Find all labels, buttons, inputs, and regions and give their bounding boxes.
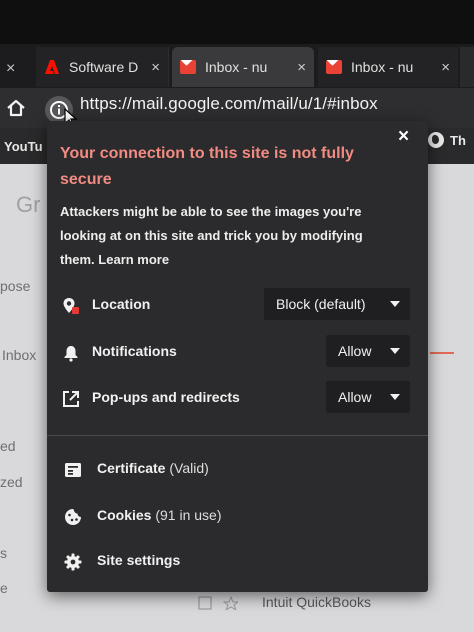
tab-close-button[interactable]: ×	[441, 59, 450, 76]
cookies-link[interactable]: Cookies (91 in use)	[64, 505, 394, 529]
tab-inbox[interactable]: Inbox - nu ×	[318, 47, 458, 87]
tab-partial[interactable]	[460, 47, 474, 87]
chevron-down-icon	[390, 394, 400, 400]
learn-more-link[interactable]: Learn more	[98, 252, 169, 267]
bookmark-item[interactable]: Th	[428, 131, 466, 149]
sidebar-item[interactable]: s	[0, 545, 7, 561]
tab-title: Inbox - nu	[351, 59, 414, 75]
sidebar-item[interactable]: ed	[0, 438, 16, 454]
security-description: Attackers might be able to see the image…	[60, 200, 390, 272]
location-icon	[63, 298, 79, 314]
bookmark-label: Th	[450, 132, 466, 148]
bell-icon	[64, 346, 78, 362]
tab-close-button[interactable]: ×	[297, 59, 306, 76]
cookies-label: Cookies	[97, 507, 152, 523]
chevron-down-icon	[390, 348, 400, 354]
sidebar-item[interactable]: zed	[0, 474, 23, 490]
sidebar-item-inbox[interactable]: Inbox	[2, 347, 36, 363]
certificate-label: Certificate	[97, 460, 166, 476]
popup-icon	[63, 391, 79, 407]
certificate-link[interactable]: Certificate (Valid)	[64, 458, 394, 482]
inbox-indicator	[430, 352, 454, 354]
tab-title: Software D	[69, 59, 139, 75]
chevron-down-icon	[390, 301, 400, 307]
address-bar[interactable]: https://mail.google.com/mail/u/1/#inbox	[80, 94, 378, 114]
gear-icon	[64, 553, 82, 571]
tab-inbox-active[interactable]: Inbox - nu ×	[172, 47, 314, 87]
row-icons[interactable]	[198, 596, 238, 610]
select-value: Allow	[338, 389, 372, 405]
popups-permission-select[interactable]: Allow	[326, 381, 410, 413]
tab-title: Inbox - nu	[205, 59, 268, 75]
select-value: Block (default)	[276, 296, 366, 312]
bookmark-youtube[interactable]: YouTu	[4, 139, 43, 154]
permission-row-notifications: Notifications Allow	[60, 335, 412, 369]
sidebar-compose[interactable]: pose	[0, 278, 30, 294]
home-button[interactable]	[6, 98, 26, 118]
notifications-permission-select[interactable]: Allow	[326, 335, 410, 367]
link-label: Cookies (91 in use)	[97, 507, 222, 523]
gmail-icon	[326, 60, 342, 74]
sidebar-item[interactable]: e	[0, 580, 8, 596]
location-permission-select[interactable]: Block (default)	[264, 288, 410, 320]
link-label: Site settings	[97, 552, 181, 568]
permission-row-popups: Pop-ups and redirects Allow	[60, 381, 412, 415]
tab-software[interactable]: Software D ×	[36, 47, 169, 87]
globe-icon	[428, 132, 444, 148]
divider	[47, 435, 428, 436]
security-warning-heading: Your connection to this site is not full…	[60, 145, 354, 188]
site-settings-link[interactable]: Site settings	[64, 550, 394, 574]
tab-close-button[interactable]: ×	[6, 60, 15, 78]
certificate-icon	[65, 463, 81, 477]
permission-label: Pop-ups and redirects	[92, 389, 240, 405]
tab-close-button[interactable]: ×	[151, 59, 160, 76]
gmail-logo: Gr	[16, 192, 41, 217]
permission-label: Notifications	[92, 343, 177, 359]
gmail-icon	[180, 60, 196, 74]
email-sender[interactable]: Intuit QuickBooks	[262, 594, 371, 610]
cookie-icon	[65, 509, 81, 525]
permission-row-location: Location Block (default)	[60, 288, 412, 322]
cookies-count: (91 in use)	[155, 507, 222, 523]
permission-label: Location	[92, 296, 151, 312]
close-button[interactable]: ×	[398, 126, 409, 148]
home-icon	[7, 99, 25, 117]
link-label: Certificate (Valid)	[97, 460, 209, 476]
select-value: Allow	[338, 343, 372, 359]
adobe-icon	[44, 60, 60, 74]
certificate-status: (Valid)	[169, 460, 209, 476]
